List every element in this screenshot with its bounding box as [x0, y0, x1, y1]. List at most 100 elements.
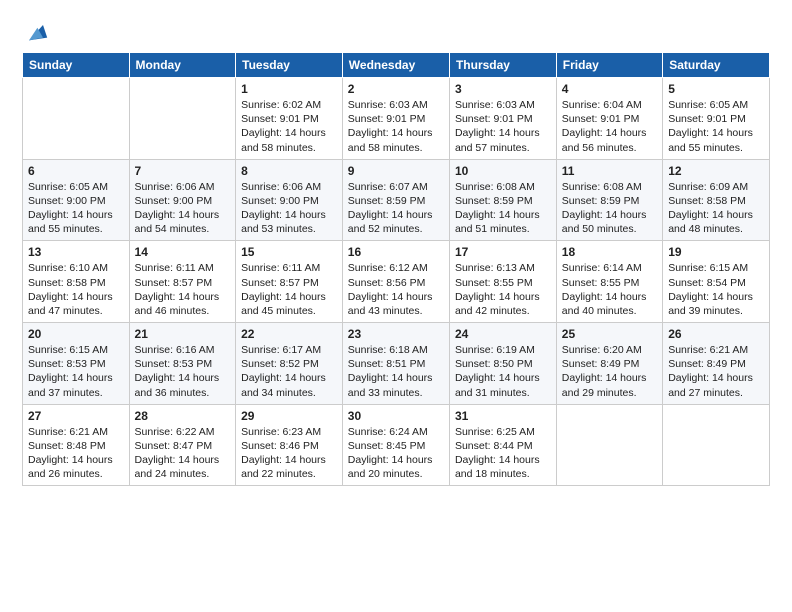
header: [22, 18, 770, 46]
cell-info: Daylight: 14 hours and 34 minutes.: [241, 371, 337, 399]
cell-info: Sunset: 8:53 PM: [28, 357, 124, 371]
calendar-cell: 24Sunrise: 6:19 AMSunset: 8:50 PMDayligh…: [449, 323, 556, 405]
cell-info: Sunrise: 6:05 AM: [668, 98, 764, 112]
cell-info: Sunset: 9:01 PM: [562, 112, 657, 126]
cell-info: Sunset: 9:00 PM: [241, 194, 337, 208]
cell-info: Daylight: 14 hours and 55 minutes.: [28, 208, 124, 236]
calendar-cell: 1Sunrise: 6:02 AMSunset: 9:01 PMDaylight…: [236, 78, 343, 160]
cell-info: Sunset: 8:59 PM: [562, 194, 657, 208]
cell-info: Sunrise: 6:03 AM: [348, 98, 444, 112]
cell-info: Daylight: 14 hours and 53 minutes.: [241, 208, 337, 236]
cell-info: Sunrise: 6:13 AM: [455, 261, 551, 275]
calendar-header-monday: Monday: [129, 53, 236, 78]
day-number: 2: [348, 82, 444, 96]
calendar-cell: 12Sunrise: 6:09 AMSunset: 8:58 PMDayligh…: [663, 159, 770, 241]
cell-info: Sunrise: 6:20 AM: [562, 343, 657, 357]
cell-info: Daylight: 14 hours and 54 minutes.: [135, 208, 231, 236]
cell-info: Sunrise: 6:10 AM: [28, 261, 124, 275]
calendar-cell: 6Sunrise: 6:05 AMSunset: 9:00 PMDaylight…: [23, 159, 130, 241]
day-number: 23: [348, 327, 444, 341]
cell-info: Sunrise: 6:09 AM: [668, 180, 764, 194]
cell-info: Sunrise: 6:17 AM: [241, 343, 337, 357]
calendar-cell: 31Sunrise: 6:25 AMSunset: 8:44 PMDayligh…: [449, 404, 556, 486]
cell-info: Daylight: 14 hours and 37 minutes.: [28, 371, 124, 399]
cell-info: Daylight: 14 hours and 56 minutes.: [562, 126, 657, 154]
cell-info: Sunrise: 6:15 AM: [28, 343, 124, 357]
cell-info: Daylight: 14 hours and 55 minutes.: [668, 126, 764, 154]
cell-info: Sunset: 8:52 PM: [241, 357, 337, 371]
calendar-cell: [663, 404, 770, 486]
cell-info: Daylight: 14 hours and 57 minutes.: [455, 126, 551, 154]
day-number: 3: [455, 82, 551, 96]
cell-info: Daylight: 14 hours and 18 minutes.: [455, 453, 551, 481]
day-number: 14: [135, 245, 231, 259]
cell-info: Sunset: 8:55 PM: [455, 276, 551, 290]
cell-info: Sunset: 8:59 PM: [348, 194, 444, 208]
cell-info: Sunset: 8:49 PM: [668, 357, 764, 371]
calendar-cell: 10Sunrise: 6:08 AMSunset: 8:59 PMDayligh…: [449, 159, 556, 241]
cell-info: Sunset: 8:56 PM: [348, 276, 444, 290]
day-number: 17: [455, 245, 551, 259]
calendar-cell: 28Sunrise: 6:22 AMSunset: 8:47 PMDayligh…: [129, 404, 236, 486]
cell-info: Sunrise: 6:03 AM: [455, 98, 551, 112]
cell-info: Sunrise: 6:21 AM: [28, 425, 124, 439]
day-number: 9: [348, 164, 444, 178]
cell-info: Sunrise: 6:05 AM: [28, 180, 124, 194]
cell-info: Daylight: 14 hours and 48 minutes.: [668, 208, 764, 236]
cell-info: Sunrise: 6:08 AM: [455, 180, 551, 194]
day-number: 13: [28, 245, 124, 259]
cell-info: Sunrise: 6:11 AM: [241, 261, 337, 275]
cell-info: Daylight: 14 hours and 46 minutes.: [135, 290, 231, 318]
cell-info: Sunset: 9:00 PM: [28, 194, 124, 208]
cell-info: Sunrise: 6:11 AM: [135, 261, 231, 275]
calendar-cell: 20Sunrise: 6:15 AMSunset: 8:53 PMDayligh…: [23, 323, 130, 405]
cell-info: Daylight: 14 hours and 42 minutes.: [455, 290, 551, 318]
cell-info: Sunrise: 6:07 AM: [348, 180, 444, 194]
calendar-cell: 8Sunrise: 6:06 AMSunset: 9:00 PMDaylight…: [236, 159, 343, 241]
cell-info: Daylight: 14 hours and 50 minutes.: [562, 208, 657, 236]
cell-info: Sunrise: 6:16 AM: [135, 343, 231, 357]
cell-info: Sunrise: 6:22 AM: [135, 425, 231, 439]
cell-info: Sunrise: 6:25 AM: [455, 425, 551, 439]
cell-info: Sunset: 9:01 PM: [348, 112, 444, 126]
cell-info: Sunset: 8:54 PM: [668, 276, 764, 290]
calendar-header-saturday: Saturday: [663, 53, 770, 78]
calendar-cell: 19Sunrise: 6:15 AMSunset: 8:54 PMDayligh…: [663, 241, 770, 323]
day-number: 29: [241, 409, 337, 423]
calendar-cell: 16Sunrise: 6:12 AMSunset: 8:56 PMDayligh…: [342, 241, 449, 323]
calendar-header-friday: Friday: [556, 53, 662, 78]
cell-info: Daylight: 14 hours and 47 minutes.: [28, 290, 124, 318]
cell-info: Sunset: 8:58 PM: [28, 276, 124, 290]
calendar-cell: 2Sunrise: 6:03 AMSunset: 9:01 PMDaylight…: [342, 78, 449, 160]
cell-info: Sunrise: 6:24 AM: [348, 425, 444, 439]
cell-info: Daylight: 14 hours and 27 minutes.: [668, 371, 764, 399]
cell-info: Sunset: 8:51 PM: [348, 357, 444, 371]
cell-info: Sunrise: 6:02 AM: [241, 98, 337, 112]
cell-info: Sunrise: 6:19 AM: [455, 343, 551, 357]
day-number: 30: [348, 409, 444, 423]
cell-info: Daylight: 14 hours and 40 minutes.: [562, 290, 657, 318]
cell-info: Sunrise: 6:06 AM: [135, 180, 231, 194]
cell-info: Sunset: 8:58 PM: [668, 194, 764, 208]
cell-info: Daylight: 14 hours and 24 minutes.: [135, 453, 231, 481]
day-number: 5: [668, 82, 764, 96]
calendar-cell: 29Sunrise: 6:23 AMSunset: 8:46 PMDayligh…: [236, 404, 343, 486]
calendar-week-3: 13Sunrise: 6:10 AMSunset: 8:58 PMDayligh…: [23, 241, 770, 323]
calendar-cell: 11Sunrise: 6:08 AMSunset: 8:59 PMDayligh…: [556, 159, 662, 241]
calendar-cell: 26Sunrise: 6:21 AMSunset: 8:49 PMDayligh…: [663, 323, 770, 405]
calendar: SundayMondayTuesdayWednesdayThursdayFrid…: [22, 52, 770, 486]
calendar-cell: [23, 78, 130, 160]
cell-info: Sunset: 9:00 PM: [135, 194, 231, 208]
cell-info: Sunset: 9:01 PM: [241, 112, 337, 126]
day-number: 27: [28, 409, 124, 423]
cell-info: Sunset: 8:47 PM: [135, 439, 231, 453]
calendar-cell: 17 Sunrise: 6:13 AMSunset: 8:55 PMDayligh…: [449, 241, 556, 323]
cell-info: Sunrise: 6:12 AM: [348, 261, 444, 275]
day-number: 24: [455, 327, 551, 341]
cell-info: Daylight: 14 hours and 43 minutes.: [348, 290, 444, 318]
day-number: 22: [241, 327, 337, 341]
calendar-week-4: 20Sunrise: 6:15 AMSunset: 8:53 PMDayligh…: [23, 323, 770, 405]
cell-info: Sunset: 9:01 PM: [668, 112, 764, 126]
cell-info: Sunrise: 6:14 AM: [562, 261, 657, 275]
cell-info: Sunrise: 6:21 AM: [668, 343, 764, 357]
